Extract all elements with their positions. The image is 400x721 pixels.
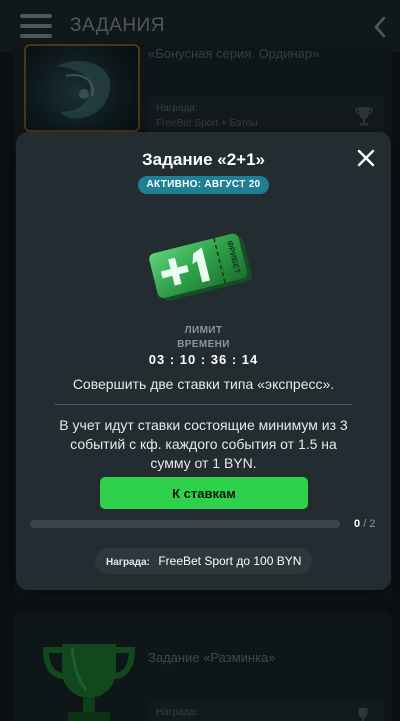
close-icon[interactable] [357, 149, 375, 167]
task-details-modal: Задание «2+1» АКТИВНО: АВГУСТ 20 ФРИБЕТ … [16, 132, 391, 590]
time-limit-label-line2: ВРЕМЕНИ [177, 339, 230, 350]
progress-bar [30, 520, 340, 528]
reward-value: FreeBet Sport до 100 BYN [158, 554, 302, 568]
countdown-timer: 03 : 10 : 36 : 14 [148, 352, 259, 367]
reward-label: Награда: [106, 557, 150, 568]
progress-counter: 0 / 2 [354, 518, 375, 530]
time-limit-label-line1: ЛИМИТ [184, 325, 223, 336]
task-description: Совершить две ставки типа «экспресс». [72, 376, 335, 392]
task-conditions: В учет идут ставки состоящие минимум из … [59, 417, 348, 471]
progress-total: 2 [369, 518, 376, 530]
modal-title: Задание «2+1» [142, 150, 265, 169]
reward-pill: Награда: FreeBet Sport до 100 BYN [95, 548, 313, 574]
progress-separator: / [363, 518, 367, 530]
divider [54, 404, 352, 405]
time-limit-label: ЛИМИТ ВРЕМЕНИ [16, 324, 391, 352]
progress-current: 0 [354, 518, 361, 530]
status-badge: АКТИВНО: АВГУСТ 20 [137, 176, 270, 194]
freebet-ticket-icon: ФРИБЕТ [149, 233, 252, 301]
go-to-bets-button[interactable]: К ставкам [100, 477, 308, 509]
